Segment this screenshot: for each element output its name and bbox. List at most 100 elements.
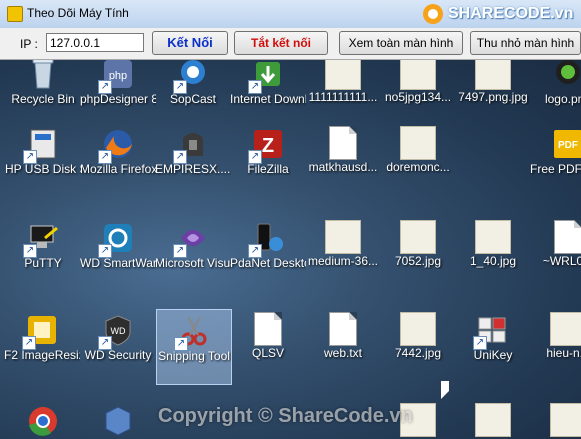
desktop-icon-wd-smartware[interactable]: ↗ WD SmartWare: [80, 220, 156, 271]
desktop-icon-7442[interactable]: 7442.jpg: [380, 312, 456, 361]
desktop-icon-label: no5jpg134...: [384, 90, 452, 104]
desktop-icon-free-pdf[interactable]: PDF Free PDF Conve...: [530, 126, 581, 177]
shortcut-arrow-icon: ↗: [248, 80, 262, 94]
text-file-icon: [329, 126, 357, 160]
desktop-icon-label: web.txt: [323, 346, 362, 360]
image-file-icon: [325, 60, 361, 90]
desktop-icon-hieu-n[interactable]: hieu-n...: [530, 312, 581, 361]
desktop-icon-visual-studio[interactable]: ↗ Microsoft Visual Stud...: [155, 220, 231, 271]
phpdesigner-icon: php ↗: [98, 60, 136, 94]
pdf-converter-icon: PDF: [550, 126, 581, 162]
chrome-icon: [25, 403, 61, 439]
desktop-icon-label: PuTTY: [24, 256, 62, 270]
desktop-icon-qlsv[interactable]: QLSV: [230, 312, 306, 361]
desktop-icon-snipping-tool[interactable]: ↗ Snipping Tool: [156, 309, 232, 385]
shortcut-arrow-icon: ↗: [98, 336, 112, 350]
shortcut-arrow-icon: ↗: [22, 336, 36, 350]
desktop-icon-label: 7052.jpg: [394, 254, 442, 268]
desktop-icon-empires[interactable]: ↗ EMPIRESX.... - Shortcut: [155, 126, 231, 177]
image-file-icon: [550, 403, 581, 437]
desktop-icon-putty[interactable]: ↗ PuTTY: [5, 220, 81, 271]
shortcut-arrow-icon: ↗: [23, 244, 37, 258]
image-file-icon: [475, 60, 511, 90]
shortcut-arrow-icon: ↗: [98, 244, 112, 258]
desktop-icon-label: 1_40.jpg: [469, 254, 517, 268]
putty-icon: ↗: [23, 220, 61, 258]
desktop-icon-label: ~WRL0...: [542, 254, 581, 268]
desktop-icon-f2-imageresizer[interactable]: ↗ F2 ImageResizer: [4, 312, 80, 363]
shortcut-arrow-icon: ↗: [173, 80, 187, 94]
desktop-icon-label: Recycle Bin: [11, 92, 75, 106]
desktop-icon-pdanet[interactable]: ↗ PdaNet Desktop: [230, 220, 306, 271]
desktop-icon-doremonc[interactable]: doremonc...: [380, 126, 456, 175]
filezilla-icon: Z ↗: [248, 126, 286, 164]
f2-imageresizer-icon: ↗: [22, 312, 60, 350]
shortcut-arrow-icon: ↗: [173, 244, 187, 258]
desktop-icon-medium-36[interactable]: medium-36...: [305, 220, 381, 269]
wd-security-icon: WD ↗: [98, 312, 136, 350]
shortcut-arrow-icon: ↗: [174, 337, 188, 351]
image-file-icon: [475, 220, 511, 254]
shortcut-arrow-icon: ↗: [248, 150, 262, 164]
desktop-icon-chrome[interactable]: [5, 403, 81, 439]
wd-smartware-icon: ↗: [98, 220, 136, 258]
svg-text:PDF: PDF: [558, 140, 578, 151]
svg-text:WD: WD: [111, 326, 126, 336]
remote-desktop-view[interactable]: Recycle Bin php ↗ phpDesigner 8 ↗ SopCas…: [0, 60, 581, 439]
desktop-icon-sopcast[interactable]: ↗ SopCast: [155, 60, 231, 107]
minimize-view-button[interactable]: Thu nhỏ màn hình: [470, 31, 581, 55]
desktop-icon-label: doremonc...: [386, 160, 450, 174]
desktop-icon-file-7497[interactable]: 7497.png.jpg: [455, 60, 531, 105]
desktop-icon-idm[interactable]: ↗ Internet Downlo...: [230, 60, 306, 107]
sopcast-icon: ↗: [173, 60, 211, 94]
fullscreen-button[interactable]: Xem toàn màn hình: [339, 31, 463, 55]
image-file-icon: [400, 126, 436, 160]
desktop-icon-label: Mozilla Firefox: [80, 162, 156, 176]
document-file-icon: [554, 220, 581, 254]
idm-icon: ↗: [248, 60, 286, 94]
sharecode-logo-icon: [423, 4, 443, 24]
desktop-icon-logo-png[interactable]: logo.png: [530, 60, 581, 107]
blank-file-icon: [254, 312, 282, 346]
desktop-icon-row5-file-3[interactable]: [530, 403, 581, 437]
window-title: Theo Dõi Máy Tính: [27, 6, 129, 20]
desktop-icon-unikey[interactable]: ↗ UniKey: [455, 312, 531, 363]
recycle-bin-icon: [25, 60, 61, 92]
desktop-icon-virtualbox[interactable]: [80, 403, 156, 439]
desktop-icon-1-40[interactable]: 1_40.jpg: [455, 220, 531, 269]
desktop-icon-hp-usb[interactable]: ↗ HP USB Disk Storage Fo...: [5, 126, 81, 177]
image-file-icon: [400, 312, 436, 346]
desktop-icon-row5-file-2[interactable]: [455, 403, 531, 437]
desktop-icon-label: 7442.jpg: [394, 346, 442, 360]
empires-icon: ↗: [173, 126, 211, 164]
desktop-icon-wd-security[interactable]: WD ↗ WD Security: [80, 312, 156, 363]
desktop-icon-filezilla[interactable]: Z ↗ FileZilla: [230, 126, 306, 177]
desktop-icon-file-11111[interactable]: 1111111111...: [305, 60, 381, 105]
firefox-icon: ↗: [98, 126, 136, 164]
desktop-icon-file-no5jpg[interactable]: no5jpg134...: [380, 60, 456, 105]
sharecode-logo: SHARECODE.vn: [420, 2, 580, 26]
desktop-icon-label: logo.png: [544, 92, 581, 106]
desktop-icon-web-txt[interactable]: web.txt: [305, 312, 381, 361]
desktop-icon-matkhausd[interactable]: matkhausd...: [305, 126, 381, 175]
ip-label: IP :: [20, 37, 38, 51]
desktop-icon-label: WD SmartWare: [80, 256, 156, 270]
desktop-icon-label: hieu-n...: [546, 346, 581, 360]
svg-text:Z: Z: [262, 135, 274, 157]
desktop-icon-label: UniKey: [473, 348, 513, 362]
app-icon: [7, 6, 23, 22]
desktop-icon-7052[interactable]: 7052.jpg: [380, 220, 456, 269]
desktop-icon-phpdesigner[interactable]: php ↗ phpDesigner 8: [80, 60, 156, 107]
image-file-icon: [475, 403, 511, 437]
desktop-icon-wrl[interactable]: ~WRL0...: [530, 220, 581, 269]
desktop-icon-label: Internet Downlo...: [230, 92, 306, 106]
desktop-icon-firefox[interactable]: ↗ Mozilla Firefox: [80, 126, 156, 177]
desktop-icon-recycle-bin[interactable]: Recycle Bin: [5, 60, 81, 107]
shortcut-arrow-icon: ↗: [98, 150, 112, 164]
disconnect-button[interactable]: Tắt kết nối: [234, 31, 328, 55]
ip-input[interactable]: [46, 33, 144, 52]
unikey-icon: ↗: [473, 312, 511, 350]
connect-button[interactable]: Kết Nối: [152, 31, 228, 55]
mouse-cursor-icon: [441, 381, 449, 399]
image-file-icon: [550, 60, 581, 92]
